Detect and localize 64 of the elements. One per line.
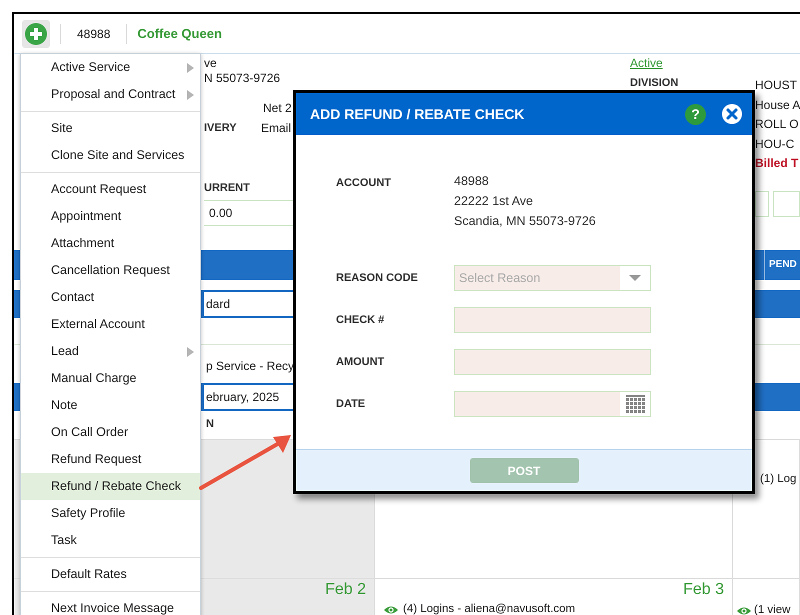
delivery-label: IVERY xyxy=(204,121,238,136)
submenu-arrow-icon xyxy=(187,63,194,73)
menu-item[interactable]: Proposal and Contract xyxy=(21,81,200,108)
delivery-value: Email xyxy=(261,121,292,136)
menu-item[interactable]: Refund / Rebate Check xyxy=(21,473,200,500)
field-label: AMOUNT xyxy=(336,354,386,370)
submenu-arrow-icon xyxy=(187,347,194,357)
field-label: CHECK # xyxy=(336,312,386,328)
menu-item[interactable]: Attachment xyxy=(21,230,200,257)
activity-entry[interactable]: (1) Log xyxy=(760,472,796,487)
division-value: HOU-C xyxy=(755,136,796,152)
menu-item[interactable]: Active Service xyxy=(21,54,200,81)
date-field[interactable] xyxy=(454,391,651,417)
menu-item[interactable]: Account Request xyxy=(21,176,200,203)
menu-item[interactable]: Manual Charge xyxy=(21,365,200,392)
value-cell xyxy=(755,190,769,216)
menu-item[interactable]: Next Invoice Message xyxy=(21,595,200,615)
menu-item[interactable]: Appointment xyxy=(21,203,200,230)
menu-item[interactable]: Cancellation Request xyxy=(21,257,200,284)
activity-entry[interactable]: (4) Logins - aliena@navusoft.com xyxy=(403,602,576,615)
status-link[interactable]: Active xyxy=(630,56,755,71)
payment-terms: Net 2 xyxy=(262,101,293,116)
column-label: N xyxy=(205,416,214,432)
menu-item[interactable]: Refund Request xyxy=(21,446,200,473)
value-cell xyxy=(772,190,800,216)
date-label: Feb 2 xyxy=(324,580,367,600)
account-detail: 48988 xyxy=(454,173,490,190)
menu-item[interactable]: Site xyxy=(21,115,200,142)
dialog-title: ADD REFUND / REBATE CHECK xyxy=(310,104,526,124)
close-icon[interactable] xyxy=(722,104,742,124)
input-field[interactable] xyxy=(454,349,651,375)
column-header: PEND xyxy=(764,250,800,280)
billing-notice: Billed T xyxy=(755,155,800,172)
menu-item[interactable]: Lead xyxy=(21,338,200,365)
menu-item[interactable]: Contact xyxy=(21,284,200,311)
menu-item[interactable]: On Call Order xyxy=(21,419,200,446)
menu-item[interactable]: Note xyxy=(21,392,200,419)
help-button[interactable]: ? xyxy=(685,104,706,124)
address-line: ve xyxy=(204,56,218,71)
division-value: HOUST xyxy=(755,77,798,94)
balance-label: URRENT xyxy=(204,181,251,196)
division-label: DIVISION xyxy=(630,77,680,89)
menu-item[interactable]: External Account xyxy=(21,311,200,338)
field-label: REASON CODE xyxy=(336,270,419,286)
menu-item[interactable]: Safety Profile xyxy=(21,500,200,527)
account-number: 48988 xyxy=(77,26,110,42)
date-label: Feb 3 xyxy=(682,580,725,600)
division-value: House A xyxy=(755,96,800,114)
address-line: N 55073-9726 xyxy=(204,71,282,86)
input-field[interactable] xyxy=(454,307,651,333)
calendar-icon[interactable] xyxy=(626,394,644,414)
service-name: p Service - Recy xyxy=(205,358,294,375)
account-detail: 22222 1st Ave xyxy=(454,193,534,210)
division-value: ROLL O xyxy=(755,116,800,133)
menu-item[interactable]: Clone Site and Services xyxy=(21,142,200,169)
add-button[interactable] xyxy=(22,20,50,48)
account-detail: Scandia, MN 55073-9726 xyxy=(454,213,596,230)
submenu-arrow-icon xyxy=(187,90,194,100)
menu-item[interactable]: Default Rates xyxy=(21,561,200,588)
menu-item[interactable]: Task xyxy=(21,527,200,554)
customer-name[interactable]: Coffee Queen xyxy=(137,24,222,44)
field-label: DATE xyxy=(336,396,366,412)
caret-icon xyxy=(629,275,641,281)
field-label: ACCOUNT xyxy=(336,176,392,191)
